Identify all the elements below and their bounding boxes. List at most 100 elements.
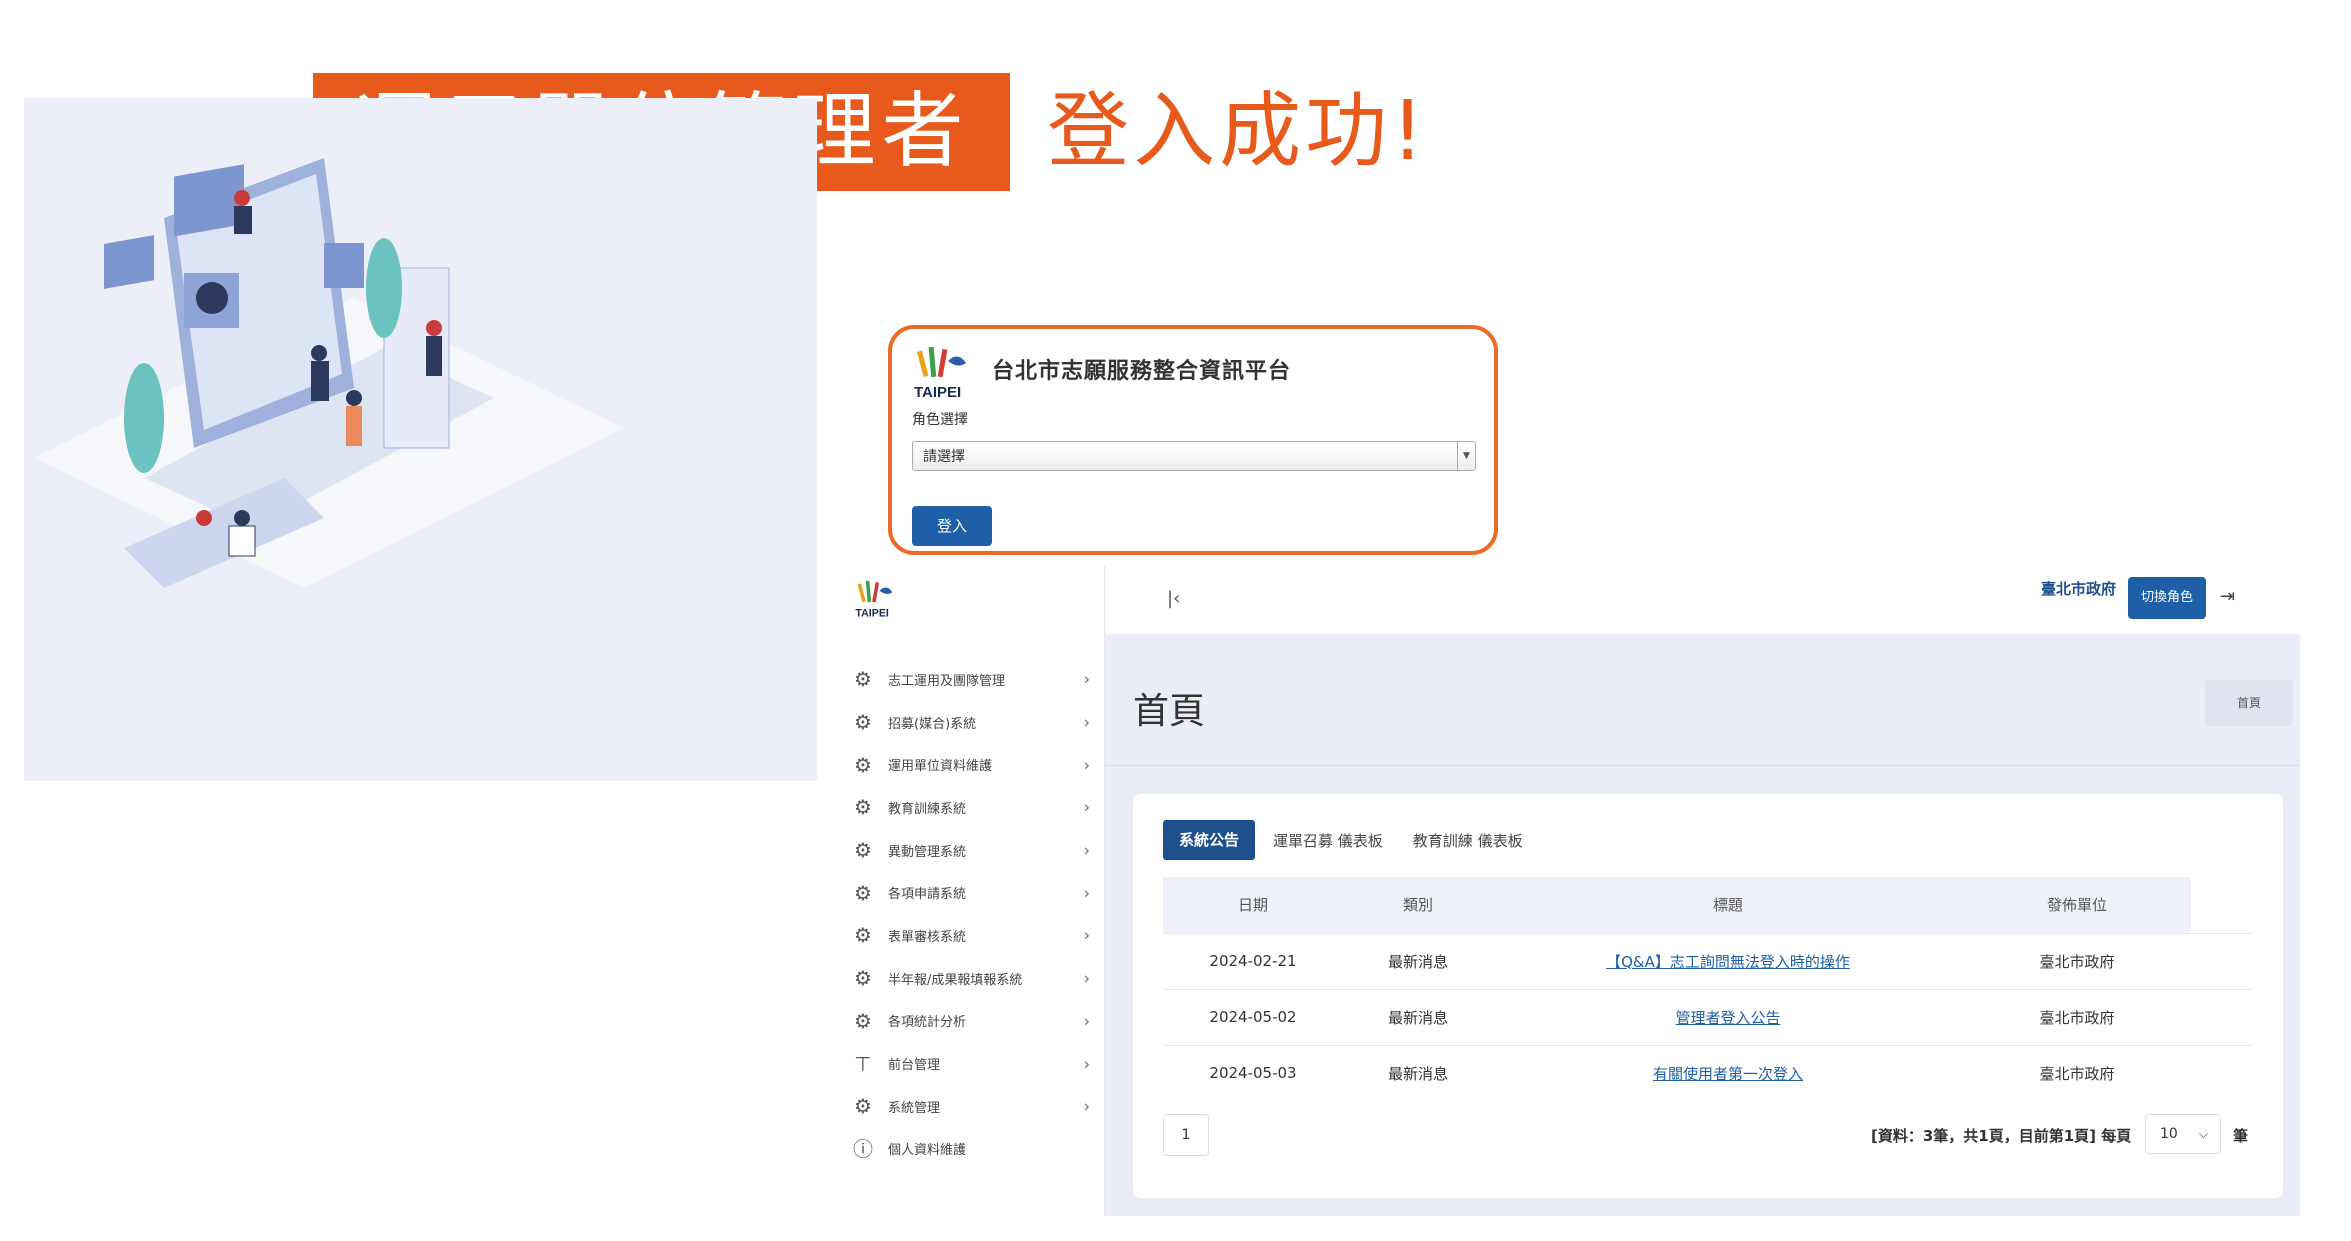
sidebar-item-reports[interactable]: ⚙ 半年報/成果報填報系統 › bbox=[852, 957, 1102, 1000]
gear-icon: ⚙ bbox=[854, 880, 872, 905]
switch-role-button[interactable]: 切換角色 bbox=[2128, 577, 2206, 619]
tab-recruit-dashboard[interactable]: 運單召募 儀表板 bbox=[1273, 830, 1383, 851]
announcement-link[interactable]: 【Q&A】志工詢問無法登入時的操作 bbox=[1606, 953, 1850, 971]
top-header: |‹ 臺北市政府 切換角色 ⇥ bbox=[1105, 566, 2300, 634]
info-icon: ⓘ bbox=[853, 1136, 873, 1161]
per-page-select[interactable]: 10 ⌵ bbox=[2145, 1114, 2221, 1154]
sidebar-item-label: 招募(媒合)系統 bbox=[888, 716, 977, 732]
unit-cell: 臺北市政府 bbox=[1963, 1044, 2191, 1101]
column-header-date: 日期 bbox=[1163, 877, 1343, 933]
sidebar-item-system[interactable]: ⚙ 系統管理 › bbox=[852, 1085, 1102, 1128]
sidebar-item-label: 各項申請系統 bbox=[888, 887, 967, 903]
sidebar-item-label: 前台管理 bbox=[888, 1058, 941, 1074]
sidebar-item-label: 志工運用及團隊管理 bbox=[888, 673, 1006, 689]
chevron-right-icon: › bbox=[1083, 1096, 1090, 1116]
date-cell: 2024-02-21 bbox=[1163, 932, 1343, 989]
collapse-left-icon[interactable]: |‹ bbox=[1167, 588, 1180, 609]
table-row: 2024-05-03 最新消息 有關使用者第一次登入 臺北市政府 bbox=[1163, 1044, 2253, 1101]
role-select[interactable]: 請選擇 ▼ bbox=[912, 441, 1476, 471]
gear-icon: ⚙ bbox=[854, 1094, 872, 1119]
sidebar-item-form-review[interactable]: ⚙ 表單審核系統 › bbox=[852, 914, 1102, 957]
sidebar-item-label: 系統管理 bbox=[888, 1100, 941, 1116]
gear-icon: ⚙ bbox=[854, 966, 872, 991]
chevron-right-icon: › bbox=[1083, 669, 1090, 689]
office-illustration bbox=[34, 158, 624, 588]
chevron-right-icon: › bbox=[1083, 1011, 1090, 1031]
sidebar-item-label: 教育訓練系統 bbox=[888, 801, 967, 817]
gear-icon: ⚙ bbox=[854, 923, 872, 948]
sidebar-item-label: 表單審核系統 bbox=[888, 929, 967, 945]
sidebar-item-training[interactable]: ⚙ 教育訓練系統 › bbox=[852, 786, 1102, 829]
pagination-info: [資料：3筆，共1頁，目前第1頁] 每頁 bbox=[1871, 1127, 2132, 1145]
sidebar-item-label: 各項統計分析 bbox=[888, 1015, 967, 1031]
unit-cell: 臺北市政府 bbox=[1963, 932, 2191, 989]
chevron-down-icon: ⌵ bbox=[2198, 1127, 2208, 1141]
gear-icon: ⚙ bbox=[854, 1008, 872, 1033]
sidebar-item-applications[interactable]: ⚙ 各項申請系統 › bbox=[852, 871, 1102, 914]
sidebar-item-label: 個人資料維護 bbox=[888, 1143, 967, 1159]
main-content: 首頁 首頁 系統公告 運單召募 儀表板 教育訓練 儀表板 日期 類別 標題 發佈… bbox=[1105, 634, 2300, 1216]
page-title: 首頁 bbox=[1133, 691, 1206, 732]
table-row: 2024-05-02 最新消息 管理者登入公告 臺北市政府 bbox=[1163, 988, 2253, 1045]
sidebar-item-label: 半年報/成果報填報系統 bbox=[888, 972, 1023, 988]
title-cell: 管理者登入公告 bbox=[1493, 988, 1963, 1045]
paint-roller-icon: ⊤ bbox=[854, 1051, 872, 1076]
table-row: 2024-02-21 最新消息 【Q&A】志工詢問無法登入時的操作 臺北市政府 bbox=[1163, 932, 2253, 989]
chevron-right-icon: › bbox=[1083, 840, 1090, 860]
sidebar-item-statistics[interactable]: ⚙ 各項統計分析 › bbox=[852, 1000, 1102, 1043]
page-button-1[interactable]: 1 bbox=[1163, 1114, 1209, 1156]
tab-announcements[interactable]: 系統公告 bbox=[1163, 820, 1256, 860]
chevron-right-icon: › bbox=[1083, 1054, 1090, 1074]
gear-icon: ⚙ bbox=[854, 752, 872, 777]
per-page-unit: 筆 bbox=[2233, 1127, 2249, 1145]
date-cell: 2024-05-03 bbox=[1163, 1044, 1343, 1101]
category-cell: 最新消息 bbox=[1343, 1044, 1493, 1101]
chevron-right-icon: › bbox=[1083, 797, 1090, 817]
tab-bar: 系統公告 運單召募 儀表板 教育訓練 儀表板 bbox=[1163, 820, 1553, 860]
login-button[interactable]: 登入 bbox=[912, 506, 992, 546]
sidebar-item-recruit[interactable]: ⚙ 招募(媒合)系統 › bbox=[852, 701, 1102, 744]
sidebar-item-label: 運用單位資料維護 bbox=[888, 759, 993, 775]
chevron-right-icon: › bbox=[1083, 755, 1090, 775]
taipei-logo-small[interactable]: TAIPEI bbox=[854, 578, 898, 622]
sidebar-item-volunteer-team[interactable]: ⚙ 志工運用及團隊管理 › bbox=[852, 658, 1102, 701]
svg-text:TAIPEI: TAIPEI bbox=[855, 607, 888, 619]
tab-training-dashboard[interactable]: 教育訓練 儀表板 bbox=[1413, 830, 1523, 851]
sidebar: TAIPEI ⚙ 志工運用及團隊管理 › ⚙ 招募(媒合)系統 › ⚙ 運用單位資料維護 ›… bbox=[828, 566, 1105, 1216]
category-cell: 最新消息 bbox=[1343, 932, 1493, 989]
title-cell: 【Q&A】志工詢問無法登入時的操作 bbox=[1493, 932, 1963, 989]
column-header-title: 標題 bbox=[1493, 877, 1963, 933]
gear-icon: ⚙ bbox=[854, 710, 872, 735]
chevron-right-icon: › bbox=[1083, 925, 1090, 945]
login-panel: TAIPEI 台北市志願服務整合資訊平台 角色選擇 請選擇 ▼ 登入 bbox=[888, 325, 1498, 555]
chevron-right-icon: › bbox=[1083, 883, 1090, 903]
gear-icon: ⚙ bbox=[854, 667, 872, 692]
logout-icon[interactable]: ⇥ bbox=[2220, 586, 2235, 607]
role-select-value: 請選擇 bbox=[923, 449, 965, 465]
chevron-right-icon: › bbox=[1083, 712, 1090, 732]
per-page-value: 10 bbox=[2160, 1126, 2178, 1142]
taipei-logo: TAIPEI bbox=[912, 343, 974, 405]
column-header-category: 類別 bbox=[1343, 877, 1493, 933]
sidebar-item-frontend[interactable]: ⊤ 前台管理 › bbox=[852, 1042, 1102, 1085]
site-title: 台北市志願服務整合資訊平台 bbox=[992, 359, 1292, 384]
date-cell: 2024-05-02 bbox=[1163, 988, 1343, 1045]
gear-icon: ⚙ bbox=[854, 838, 872, 863]
chevron-right-icon: › bbox=[1083, 968, 1090, 988]
sidebar-item-label: 異動管理系統 bbox=[888, 844, 967, 860]
chevron-down-icon: ▼ bbox=[1457, 442, 1475, 470]
svg-text:TAIPEI: TAIPEI bbox=[914, 384, 961, 401]
sidebar-item-profile[interactable]: ⓘ 個人資料維護 bbox=[852, 1128, 1102, 1171]
unit-cell: 臺北市政府 bbox=[1963, 988, 2191, 1045]
announcement-link[interactable]: 有關使用者第一次登入 bbox=[1653, 1065, 1803, 1083]
title-cell: 有關使用者第一次登入 bbox=[1493, 1044, 1963, 1101]
dashboard: TAIPEI ⚙ 志工運用及團隊管理 › ⚙ 招募(媒合)系統 › ⚙ 運用單位資料維護 ›… bbox=[828, 566, 2300, 1216]
announcement-card: 系統公告 運單召募 儀表板 教育訓練 儀表板 日期 類別 標題 發佈單位 202… bbox=[1133, 794, 2283, 1198]
sidebar-item-change[interactable]: ⚙ 異動管理系統 › bbox=[852, 829, 1102, 872]
illustration-panel bbox=[24, 98, 817, 781]
sidebar-item-unit-data[interactable]: ⚙ 運用單位資料維護 › bbox=[852, 743, 1102, 786]
announcement-link[interactable]: 管理者登入公告 bbox=[1675, 1009, 1780, 1027]
category-cell: 最新消息 bbox=[1343, 988, 1493, 1045]
breadcrumb[interactable]: 首頁 bbox=[2205, 680, 2293, 726]
column-header-unit: 發佈單位 bbox=[1963, 877, 2191, 933]
